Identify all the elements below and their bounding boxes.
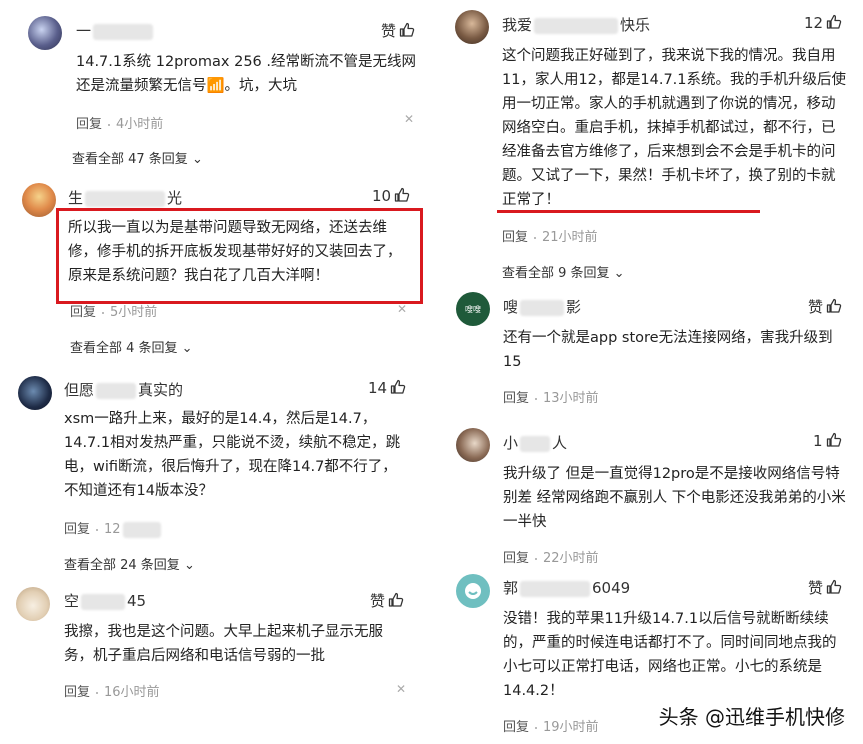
avatar[interactable] (456, 428, 490, 462)
reply-button[interactable]: 回复 (64, 685, 90, 700)
comment-text: 没错！我的苹果11升级14.7.1以后信号就断断续续的，严重的时候连电话都打不了… (503, 611, 837, 699)
smile-icon (465, 583, 481, 599)
comment-text: 14.7.1系统 12promax 256 .经常断流不管是无线网还是流量频繁无… (76, 54, 416, 94)
comment-text: 我擦，我也是这个问题。大早上起来机子显示无服务，机子重启后网络和电话信号弱的一批 (64, 624, 383, 664)
avatar[interactable]: 嗖嗖 (456, 292, 490, 326)
like-button[interactable]: 1 (813, 432, 842, 450)
thumbs-up-icon (826, 432, 841, 447)
comment-meta: 回复 19小时前 (503, 720, 599, 735)
comment-meta: 回复 13小时前 (503, 391, 599, 406)
username[interactable]: 小人 (503, 432, 567, 453)
comment-text: 我升级了 但是一直觉得12pro是不是接收网络信号特别差 经常网络跑不赢别人 下… (503, 466, 846, 530)
reply-button[interactable]: 回复 (503, 551, 529, 566)
reply-button[interactable]: 回复 (76, 117, 102, 132)
comment-meta: 回复 4小时前 (76, 117, 164, 132)
like-button[interactable]: 10 (372, 187, 410, 205)
thumbs-up-icon (826, 298, 842, 313)
like-button[interactable]: 赞 (808, 577, 842, 598)
like-button[interactable]: 赞 (370, 590, 404, 611)
reply-button[interactable]: 回复 (70, 305, 96, 320)
comment-meta: 回复 21小时前 (502, 230, 598, 245)
comment-text: 还有一个就是app store无法连接网络，害我升级到15 (503, 330, 833, 370)
like-button[interactable]: 12 (804, 14, 842, 32)
view-all-replies[interactable]: 查看全部 4 条回复 ⌄ (70, 337, 193, 356)
thumbs-up-icon (826, 14, 842, 29)
thumbs-up-icon (390, 379, 406, 394)
reply-button[interactable]: 回复 (503, 391, 529, 406)
watermark: 头条 @迅维手机快修 (658, 705, 845, 729)
username[interactable]: 郭 6049 (503, 577, 630, 598)
comment-text: 所以我一直以为是基带问题导致无网络，还送去维修，修手机的拆开底板发现基带好好的又… (68, 220, 402, 284)
view-all-replies[interactable]: 查看全部 47 条回复 ⌄ (72, 148, 203, 167)
username[interactable]: 嗖影 (503, 296, 581, 317)
username[interactable]: 一 (76, 20, 155, 41)
avatar[interactable] (18, 376, 52, 410)
like-button[interactable]: 赞 (381, 20, 415, 41)
username[interactable]: 空 45 (64, 590, 146, 611)
avatar[interactable] (456, 574, 490, 608)
avatar[interactable] (22, 183, 56, 217)
more-options-icon[interactable]: ✕ (396, 682, 406, 696)
username[interactable]: 我爱 快乐 (502, 14, 650, 35)
username[interactable]: 但愿 真实的 (64, 379, 183, 400)
comment-meta: 回复 16小时前 (64, 685, 160, 700)
comment-text: 这个问题我正好碰到了，我来说下我的情况。我自用11，家人用12，都是14.7.1… (502, 48, 847, 208)
avatar[interactable] (16, 587, 50, 621)
comment-meta: 回复 5小时前 (70, 305, 158, 320)
highlight-underline (497, 210, 760, 213)
view-all-replies[interactable]: 查看全部 9 条回复 ⌄ (502, 262, 625, 281)
comment-meta: 回复 22小时前 (503, 551, 599, 566)
thumbs-up-icon (399, 22, 415, 37)
reply-button[interactable]: 回复 (64, 522, 90, 537)
like-button[interactable]: 赞 (808, 296, 842, 317)
view-all-replies[interactable]: 查看全部 24 条回复 ⌄ (64, 554, 195, 573)
avatar[interactable] (28, 16, 62, 50)
reply-button[interactable]: 回复 (502, 230, 528, 245)
more-options-icon[interactable]: ✕ (397, 302, 407, 316)
avatar[interactable] (455, 10, 489, 44)
thumbs-up-icon (826, 579, 842, 594)
more-options-icon[interactable]: ✕ (404, 112, 414, 126)
comment-meta: 回复 12 (64, 518, 163, 538)
thumbs-up-icon (394, 187, 410, 202)
username[interactable]: 生光 (68, 187, 182, 208)
like-button[interactable]: 14 (368, 379, 406, 397)
thumbs-up-icon (388, 592, 404, 607)
comment-text: xsm一路升上来，最好的是14.4，然后是14.7，14.7.1相对发热严重，只… (64, 411, 401, 499)
reply-button[interactable]: 回复 (503, 720, 529, 735)
